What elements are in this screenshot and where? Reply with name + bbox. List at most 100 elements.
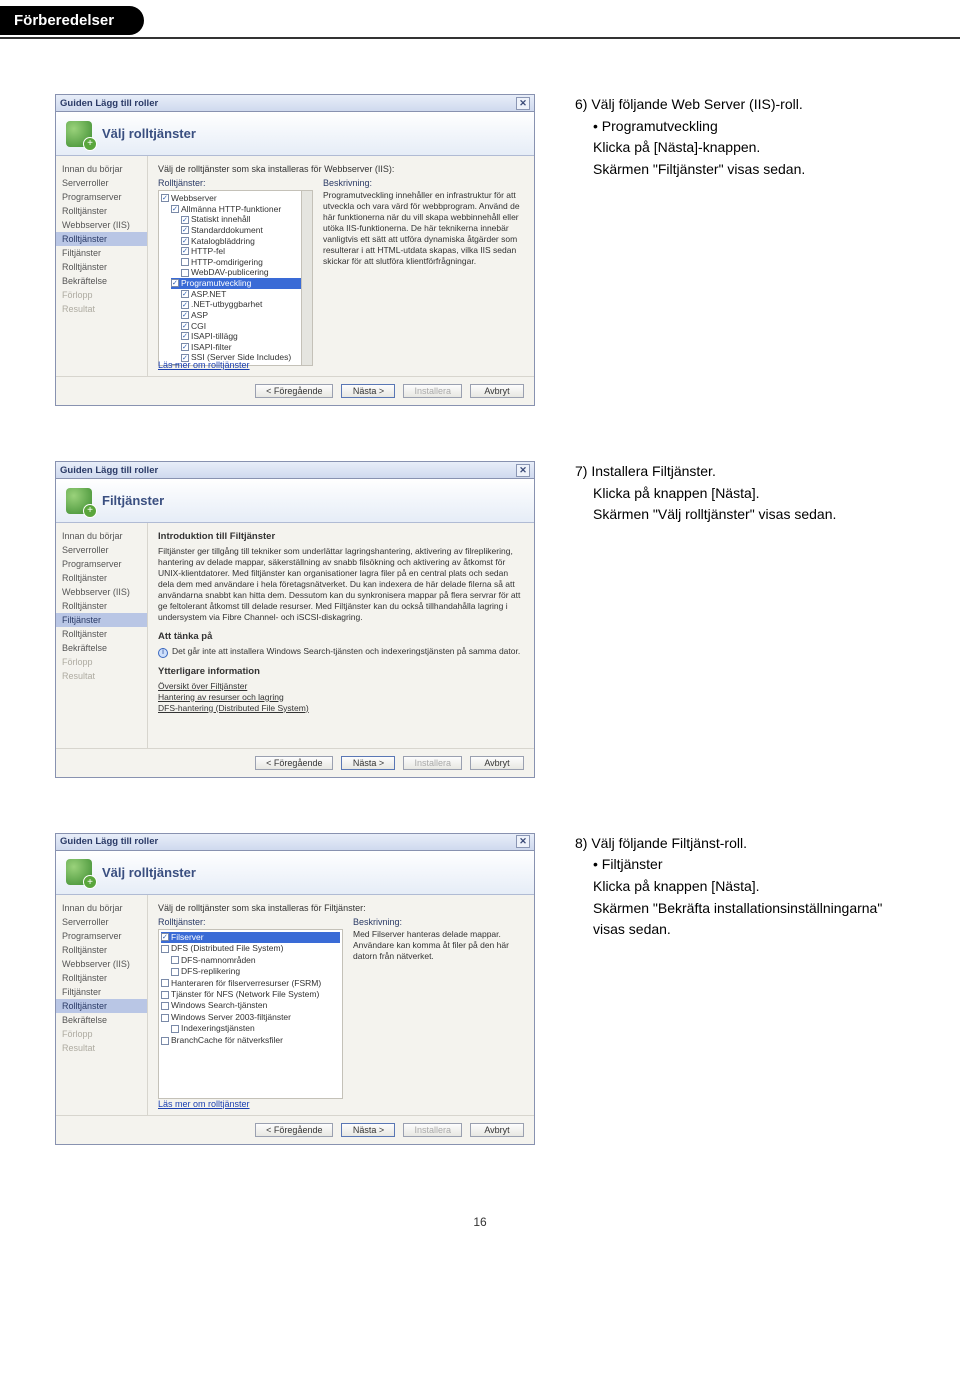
tree-item[interactable]: Indexeringstjänsten: [171, 1023, 340, 1034]
sidebar-item[interactable]: Rolltjänster: [56, 204, 147, 218]
tree-item[interactable]: DFS-namnområden: [171, 955, 340, 966]
tree-item[interactable]: BranchCache för nätverksfiler: [161, 1035, 340, 1046]
sidebar-item[interactable]: Resultat: [56, 302, 147, 316]
sidebar-item[interactable]: Bekräftelse: [56, 1013, 147, 1027]
info-link[interactable]: Hantering av resurser och lagring: [158, 692, 524, 703]
checkbox[interactable]: [161, 979, 169, 987]
sidebar-item[interactable]: Bekräftelse: [56, 274, 147, 288]
tree-item[interactable]: DFS-replikering: [171, 966, 340, 977]
sidebar-item[interactable]: Filtjänster: [56, 985, 147, 999]
sidebar-item[interactable]: Rolltjänster: [56, 943, 147, 957]
checkbox[interactable]: [161, 1014, 169, 1022]
sidebar-item[interactable]: Programserver: [56, 190, 147, 204]
tree-item[interactable]: Tjänster för NFS (Network File System): [161, 989, 340, 1000]
checkbox[interactable]: [181, 322, 189, 330]
tree-item[interactable]: Statiskt innehåll: [181, 214, 310, 225]
checkbox[interactable]: [181, 290, 189, 298]
tree-item[interactable]: Windows Server 2003-filtjänster: [161, 1012, 340, 1023]
checkbox[interactable]: [181, 332, 189, 340]
sidebar-item[interactable]: Rolltjänster: [56, 599, 147, 613]
prev-button[interactable]: < Föregående: [255, 384, 333, 398]
next-button[interactable]: Nästa >: [341, 1123, 395, 1137]
sidebar-item[interactable]: Serverroller: [56, 176, 147, 190]
checkbox[interactable]: [161, 1037, 169, 1045]
checkbox[interactable]: [171, 968, 179, 976]
checkbox[interactable]: [181, 216, 189, 224]
sidebar-item[interactable]: Webbserver (IIS): [56, 957, 147, 971]
role-services-tree[interactable]: FilserverDFS (Distributed File System)DF…: [158, 929, 343, 1099]
tree-item[interactable]: Hanteraren för filserverresurser (FSRM): [161, 978, 340, 989]
checkbox[interactable]: [161, 1002, 169, 1010]
checkbox[interactable]: [171, 1025, 179, 1033]
tree-item[interactable]: Allmänna HTTP-funktioner: [171, 204, 310, 215]
sidebar-item[interactable]: Webbserver (IIS): [56, 585, 147, 599]
sidebar-item[interactable]: Programserver: [56, 557, 147, 571]
tree-item[interactable]: Programutveckling: [171, 278, 310, 289]
tree-item[interactable]: ISAPI-tillägg: [181, 331, 310, 342]
checkbox[interactable]: [181, 247, 189, 255]
learn-more-link[interactable]: Läs mer om rolltjänster: [158, 360, 250, 370]
cancel-button[interactable]: Avbryt: [470, 1123, 524, 1137]
checkbox[interactable]: [171, 956, 179, 964]
tree-item[interactable]: .NET-utbyggbarhet: [181, 299, 310, 310]
info-link[interactable]: Översikt över Filtjänster: [158, 681, 524, 692]
close-icon[interactable]: ✕: [516, 97, 530, 110]
checkbox[interactable]: [181, 301, 189, 309]
tree-item[interactable]: Standarddokument: [181, 225, 310, 236]
cancel-button[interactable]: Avbryt: [470, 756, 524, 770]
sidebar-item[interactable]: Rolltjänster: [56, 232, 147, 246]
tree-item[interactable]: DFS (Distributed File System): [161, 943, 340, 954]
sidebar-item[interactable]: Rolltjänster: [56, 260, 147, 274]
install-button[interactable]: Installera: [403, 756, 462, 770]
checkbox[interactable]: [161, 194, 169, 202]
sidebar-item[interactable]: Rolltjänster: [56, 999, 147, 1013]
info-link[interactable]: DFS-hantering (Distributed File System): [158, 703, 524, 714]
tree-item[interactable]: ASP: [181, 310, 310, 321]
checkbox[interactable]: [181, 311, 189, 319]
sidebar-item[interactable]: Serverroller: [56, 915, 147, 929]
close-icon[interactable]: ✕: [516, 464, 530, 477]
tree-item[interactable]: HTTP-omdirigering: [181, 257, 310, 268]
tree-item[interactable]: Katalogbläddring: [181, 236, 310, 247]
checkbox[interactable]: [181, 269, 189, 277]
checkbox[interactable]: [181, 226, 189, 234]
tree-item[interactable]: CGI: [181, 321, 310, 332]
sidebar-item[interactable]: Rolltjänster: [56, 627, 147, 641]
install-button[interactable]: Installera: [403, 384, 462, 398]
checkbox[interactable]: [161, 991, 169, 999]
install-button[interactable]: Installera: [403, 1123, 462, 1137]
sidebar-item[interactable]: Filtjänster: [56, 246, 147, 260]
tree-item[interactable]: ASP.NET: [181, 289, 310, 300]
sidebar-item[interactable]: Rolltjänster: [56, 571, 147, 585]
scrollbar[interactable]: [301, 191, 312, 365]
role-services-tree[interactable]: WebbserverAllmänna HTTP-funktionerStatis…: [158, 190, 313, 366]
tree-item[interactable]: Windows Search-tjänsten: [161, 1000, 340, 1011]
checkbox[interactable]: [171, 205, 179, 213]
sidebar-item[interactable]: Förlopp: [56, 1027, 147, 1041]
close-icon[interactable]: ✕: [516, 835, 530, 848]
sidebar-item[interactable]: Resultat: [56, 1041, 147, 1055]
next-button[interactable]: Nästa >: [341, 384, 395, 398]
checkbox[interactable]: [181, 258, 189, 266]
checkbox[interactable]: [181, 343, 189, 351]
sidebar-item[interactable]: Webbserver (IIS): [56, 218, 147, 232]
tree-item[interactable]: ISAPI-filter: [181, 342, 310, 353]
prev-button[interactable]: < Föregående: [255, 756, 333, 770]
learn-more-link[interactable]: Läs mer om rolltjänster: [158, 1099, 250, 1109]
next-button[interactable]: Nästa >: [341, 756, 395, 770]
tree-item[interactable]: WebDAV-publicering: [181, 267, 310, 278]
cancel-button[interactable]: Avbryt: [470, 384, 524, 398]
sidebar-item[interactable]: Bekräftelse: [56, 641, 147, 655]
sidebar-item[interactable]: Rolltjänster: [56, 971, 147, 985]
prev-button[interactable]: < Föregående: [255, 1123, 333, 1137]
sidebar-item[interactable]: Serverroller: [56, 543, 147, 557]
sidebar-item[interactable]: Förlopp: [56, 655, 147, 669]
sidebar-item[interactable]: Innan du börjar: [56, 162, 147, 176]
checkbox[interactable]: [181, 237, 189, 245]
sidebar-item[interactable]: Filtjänster: [56, 613, 147, 627]
sidebar-item[interactable]: Innan du börjar: [56, 529, 147, 543]
sidebar-item[interactable]: Förlopp: [56, 288, 147, 302]
checkbox[interactable]: [171, 279, 179, 287]
tree-item[interactable]: Filserver: [161, 932, 340, 943]
checkbox[interactable]: [161, 945, 169, 953]
